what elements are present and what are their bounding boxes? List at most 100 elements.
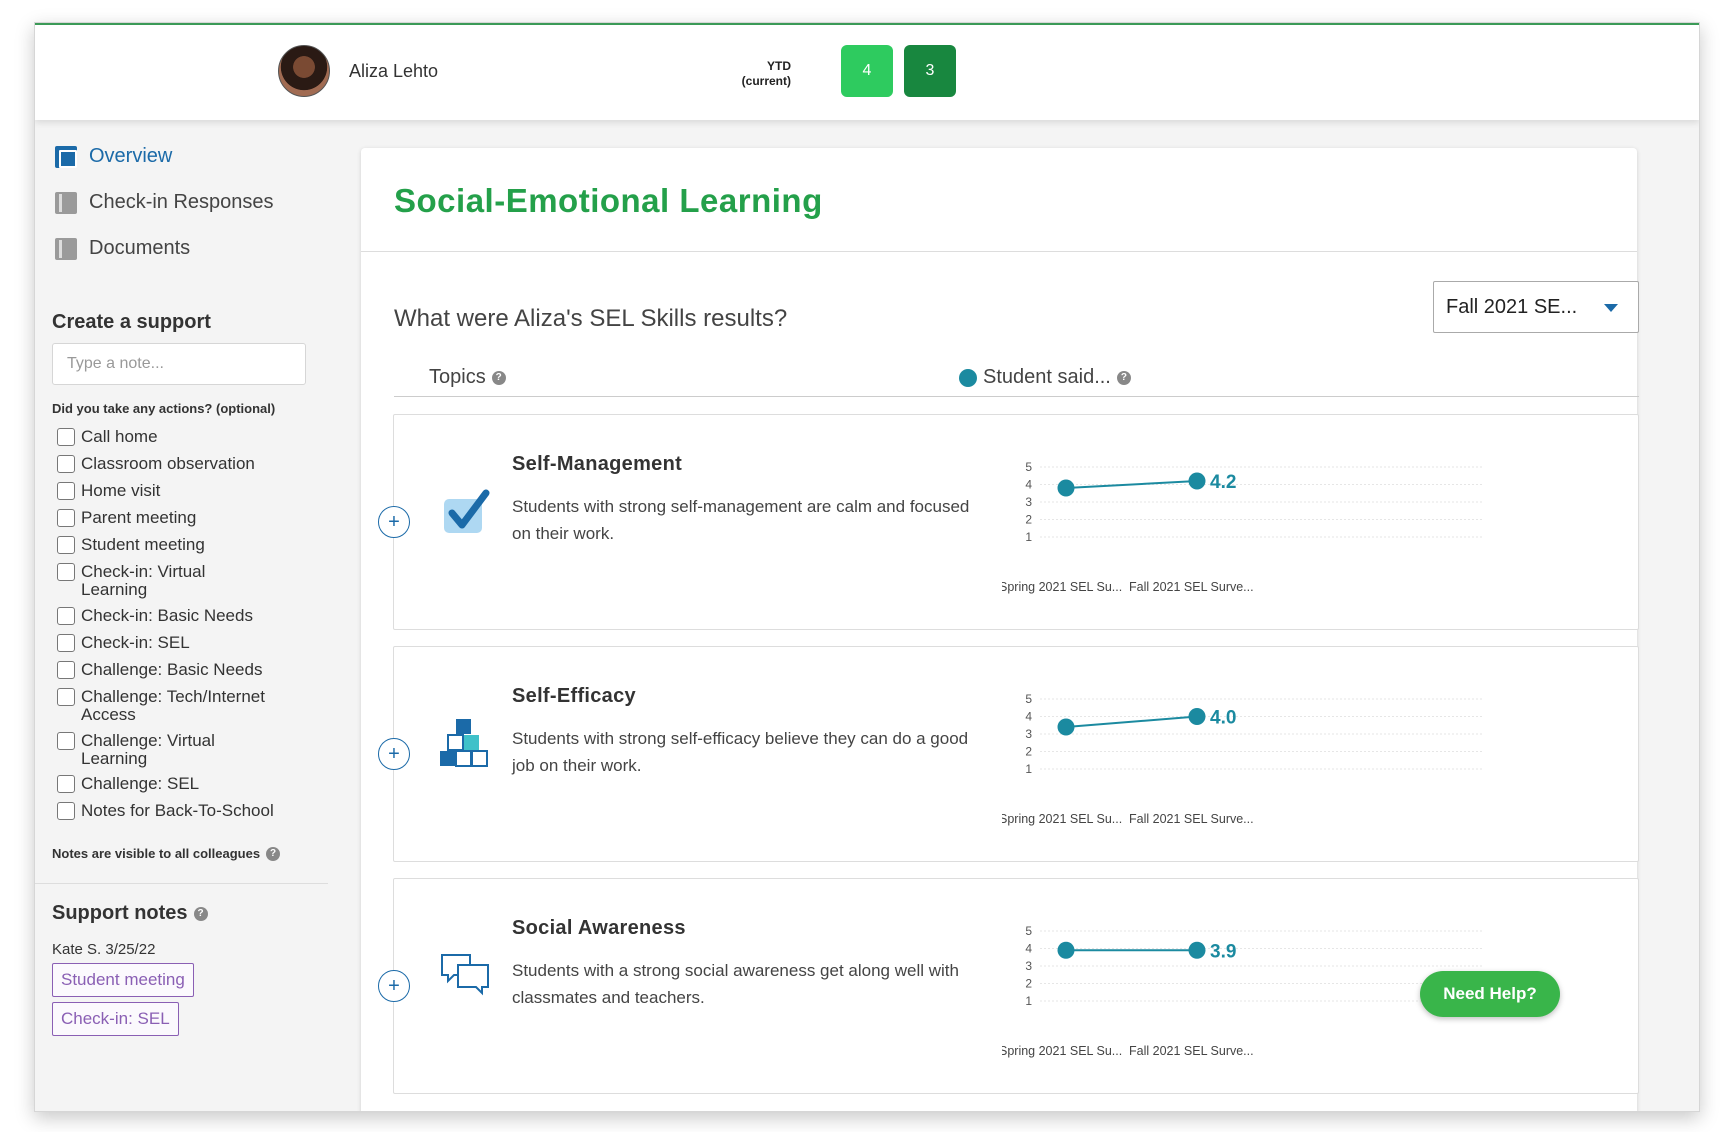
chevron-down-icon: [1604, 304, 1618, 312]
action-checkbox-checkin-sel[interactable]: Check-in: SEL: [57, 634, 307, 652]
checkbox[interactable]: [57, 455, 75, 473]
ytd-label: YTD (current): [725, 59, 791, 89]
nav-check-in-responses[interactable]: Check-in Responses: [55, 191, 274, 214]
support-tag: Check-in: SEL: [52, 1002, 179, 1036]
action-checkbox-challenge-tech-internet[interactable]: Challenge: Tech/Internet Access: [57, 688, 302, 724]
y-tick-label: 2: [1025, 977, 1032, 991]
help-question-icon[interactable]: ?: [193, 906, 208, 921]
topic-trend-chart: 1 2 3 4 5 4.2 Spring 2021 SEL Su... Fall 2021 S…: [1002, 460, 1482, 594]
action-label: Home visit: [81, 481, 161, 500]
checkbox[interactable]: [57, 732, 75, 750]
action-checkbox-checkin-basic-needs[interactable]: Check-in: Basic Needs: [57, 607, 307, 625]
data-point: [1188, 941, 1206, 959]
y-tick-label: 3: [1025, 495, 1032, 509]
y-tick-label: 3: [1025, 727, 1032, 741]
ytd-label-line1: YTD: [767, 59, 791, 73]
need-help-button[interactable]: Need Help?: [1420, 971, 1560, 1017]
data-point: [1057, 718, 1075, 736]
topics-header-label: Topics: [429, 366, 486, 388]
student-header: Aliza Lehto YTD (current) 4 3: [35, 23, 1699, 120]
sidebar-divider: [35, 883, 328, 884]
survey-select[interactable]: Fall 2021 SE...: [1433, 281, 1639, 333]
note-input[interactable]: [52, 343, 306, 385]
action-label: Challenge: Virtual Learning: [81, 731, 215, 768]
data-point: [1188, 472, 1206, 490]
support-tag: Student meeting: [52, 963, 194, 997]
y-tick-label: 4: [1025, 942, 1032, 956]
value-label: 4.2: [1210, 472, 1236, 493]
y-tick-label: 1: [1025, 994, 1032, 1008]
x-category-label: Fall 2021 SEL Surve...: [1129, 812, 1254, 826]
checkbox[interactable]: [57, 688, 75, 706]
x-category-label: Spring 2021 SEL Su...: [1002, 1044, 1122, 1058]
help-question-icon[interactable]: ?: [266, 846, 281, 861]
y-tick-label: 4: [1025, 478, 1032, 492]
action-checkbox-classroom-observation[interactable]: Classroom observation: [57, 455, 307, 473]
ytd-label-line2: (current): [741, 74, 791, 88]
action-checkbox-home-visit[interactable]: Home visit: [57, 482, 307, 500]
nav-overview[interactable]: Overview: [55, 145, 172, 168]
value-label: 3.9: [1210, 941, 1236, 962]
nav-documents[interactable]: Documents: [55, 237, 190, 260]
create-support-title: Create a support: [52, 311, 211, 333]
data-point: [1057, 479, 1075, 497]
checkbox[interactable]: [57, 482, 75, 500]
y-tick-label: 1: [1025, 530, 1032, 544]
checkbox[interactable]: [57, 802, 75, 820]
action-checkbox-challenge-sel[interactable]: Challenge: SEL: [57, 775, 307, 793]
book-icon: [55, 191, 77, 214]
support-notes-title: Support notes ?: [52, 902, 208, 925]
expand-plus-button[interactable]: +: [378, 970, 410, 1002]
ytd-score-badge-a[interactable]: 4: [841, 45, 893, 97]
y-tick-label: 5: [1025, 924, 1032, 938]
action-checkbox-checkin-virtual-learning[interactable]: Check-in: Virtual Learning: [57, 563, 257, 599]
action-label: Check-in: Basic Needs: [81, 606, 253, 625]
topic-description: Students with strong self-management are…: [512, 497, 970, 543]
x-category-label: Spring 2021 SEL Su...: [1002, 812, 1122, 826]
data-point: [1188, 708, 1206, 725]
checkbox[interactable]: [57, 661, 75, 679]
checkbox[interactable]: [57, 563, 75, 581]
help-question-icon[interactable]: ?: [1116, 370, 1131, 385]
action-checkbox-back-to-school[interactable]: Notes for Back-To-School: [57, 802, 317, 820]
avatar: [278, 45, 330, 97]
action-label: Classroom observation: [81, 454, 255, 473]
y-tick-label: 5: [1025, 460, 1032, 474]
x-category-label: Fall 2021 SEL Surve...: [1129, 1044, 1254, 1058]
checkbox[interactable]: [57, 775, 75, 793]
sidebar: Overview Check-in Responses Documents Cr…: [35, 120, 345, 1111]
header-accent-line: [35, 23, 1699, 25]
action-label: Challenge: Basic Needs: [81, 660, 263, 679]
action-label: Student meeting: [81, 535, 205, 554]
visibility-note-text: Notes are visible to all colleagues: [52, 846, 261, 861]
action-checkbox-call-home[interactable]: Call home: [57, 428, 307, 446]
help-question-icon[interactable]: ?: [491, 370, 506, 385]
checkbox-check-icon: [444, 489, 490, 533]
checkbox[interactable]: [57, 536, 75, 554]
checkbox[interactable]: [57, 634, 75, 652]
checkbox[interactable]: [57, 607, 75, 625]
expand-plus-button[interactable]: +: [378, 738, 410, 770]
checkbox[interactable]: [57, 509, 75, 527]
survey-select-value: Fall 2021 SE...: [1446, 295, 1578, 318]
nav-check-in-responses-label: Check-in Responses: [89, 191, 274, 213]
action-checkbox-parent-meeting[interactable]: Parent meeting: [57, 509, 307, 527]
support-notes-title-text: Support notes: [52, 902, 188, 924]
topics-column-header: Topics ?: [429, 366, 506, 389]
action-checkbox-student-meeting[interactable]: Student meeting: [57, 536, 307, 554]
ytd-score-badge-b[interactable]: 3: [904, 45, 956, 97]
student-name: Aliza Lehto: [349, 61, 439, 81]
action-label: Notes for Back-To-School: [81, 801, 274, 820]
action-label: Challenge: SEL: [81, 774, 200, 793]
y-tick-label: 4: [1025, 710, 1032, 724]
checkbox[interactable]: [57, 428, 75, 446]
student-said-column-header: Student said... ?: [959, 366, 1131, 389]
expand-plus-button[interactable]: +: [378, 506, 410, 538]
sel-card: Social-Emotional Learning What were Aliz…: [361, 148, 1639, 1111]
action-checkbox-challenge-virtual-learning[interactable]: Challenge: Virtual Learning: [57, 732, 257, 768]
topic-card-self-efficacy: + Self-Efficacy Students with strong sel…: [378, 646, 1639, 862]
topic-description: Students with strong self-efficacy belie…: [512, 729, 969, 775]
book-icon: [55, 237, 77, 260]
series-line: [1065, 715, 1198, 728]
action-checkbox-challenge-basic-needs[interactable]: Challenge: Basic Needs: [57, 661, 307, 679]
